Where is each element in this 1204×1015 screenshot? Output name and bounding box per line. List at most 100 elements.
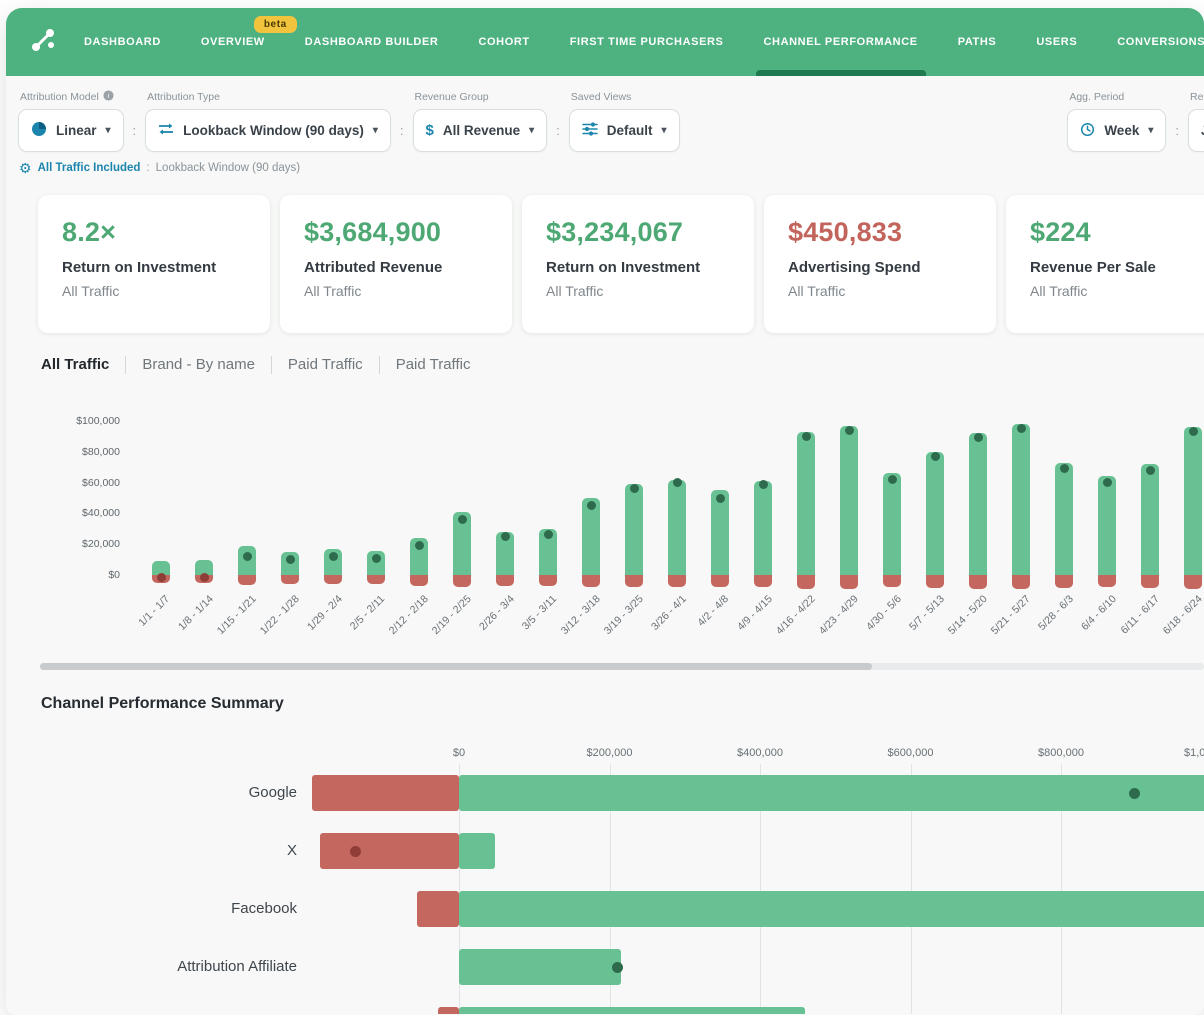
roi-dot xyxy=(1146,466,1155,475)
x-axis-label: 1/15 - 1/21 xyxy=(215,593,259,637)
nav-item-dashboard[interactable]: DASHBOARD xyxy=(84,8,161,76)
filter-label-text: Revenue Group xyxy=(415,91,489,103)
stat-card-revenue-per-sale: $224 Revenue Per Sale All Traffic xyxy=(1006,195,1204,333)
filters-bar: Attribution Model i Linear ▾ : Attributi… xyxy=(6,76,1204,152)
app-logo-icon[interactable] xyxy=(28,25,58,60)
stat-value: $3,684,900 xyxy=(304,217,488,247)
spend-bar xyxy=(539,575,557,586)
spend-bar xyxy=(438,1007,459,1014)
stat-value: $3,234,067 xyxy=(546,217,730,247)
spend-bar xyxy=(625,575,643,587)
select-value: Default xyxy=(607,123,653,138)
info-icon[interactable]: i xyxy=(103,90,114,104)
attribution-model-select[interactable]: Linear ▾ xyxy=(18,109,124,152)
spend-bar xyxy=(281,575,299,584)
nav-item-conversions[interactable]: CONVERSIONS xyxy=(1117,8,1204,76)
saved-views-select[interactable]: Default ▾ xyxy=(569,109,680,152)
saved-views-group: Saved Views Default ▾ xyxy=(569,90,680,152)
tab-paid-traffic[interactable]: Paid Traffic xyxy=(271,356,379,374)
x-axis-label: 2/19 - 2/25 xyxy=(430,593,474,637)
roi-dot xyxy=(612,962,623,973)
x-axis-label: 1/1 - 1/7 xyxy=(137,593,173,629)
spend-bar xyxy=(367,575,385,584)
filter-status-row: ⚙ All Traffic Included : Lookback Window… xyxy=(6,152,1204,175)
tab-brand-by-name[interactable]: Brand - By name xyxy=(125,356,271,374)
chevron-down-icon: ▾ xyxy=(1148,125,1153,136)
roi-dot xyxy=(329,552,338,561)
x-axis-label: 1/22 - 1/28 xyxy=(258,593,302,637)
nav-item-users[interactable]: USERS xyxy=(1036,8,1077,76)
spend-bar xyxy=(324,575,342,584)
filter-label-text: Attribution Model xyxy=(20,91,99,103)
agg-period-select[interactable]: Week ▾ xyxy=(1067,109,1166,152)
chart-scrollbar-track[interactable] xyxy=(40,663,1204,670)
report-period-input[interactable]: Jan xyxy=(1188,109,1204,152)
y-axis-tick: $40,000 xyxy=(36,507,120,519)
x-axis-label: 5/28 - 6/3 xyxy=(1036,593,1076,633)
traffic-status-link[interactable]: All Traffic Included xyxy=(38,162,141,174)
x-axis-label: 2/5 - 2/11 xyxy=(348,593,387,632)
nav-item-dashboard-builder[interactable]: DASHBOARD BUILDER xyxy=(305,8,439,76)
sliders-icon xyxy=(582,122,598,139)
nav-item-overview[interactable]: OVERVIEW beta xyxy=(201,8,265,76)
x-axis-label: 1/8 - 1/14 xyxy=(176,593,216,633)
y-axis-tick: $0 xyxy=(36,569,120,581)
clock-icon xyxy=(1080,122,1095,140)
stat-title: Advertising Spend xyxy=(788,259,972,276)
lookback-arrows-icon xyxy=(158,122,174,139)
y-axis-tick: $100,000 xyxy=(36,415,120,427)
attribution-model-group: Attribution Model i Linear ▾ xyxy=(18,90,124,152)
stat-subtitle: All Traffic xyxy=(62,283,246,299)
tab-all-traffic[interactable]: All Traffic xyxy=(41,356,125,374)
channel-label: Attribution Affiliate xyxy=(6,957,297,977)
beta-badge: beta xyxy=(254,16,297,33)
chevron-down-icon: ▾ xyxy=(529,125,534,136)
tab-paid-traffic-2[interactable]: Paid Traffic xyxy=(379,356,487,374)
nav-item-channel-performance[interactable]: CHANNEL PERFORMANCE xyxy=(764,8,918,76)
x-axis-label: 5/7 - 5/13 xyxy=(907,593,947,633)
chevron-down-icon: ▾ xyxy=(106,125,111,136)
spend-bar xyxy=(668,575,686,587)
spend-bar xyxy=(453,575,471,587)
weekly-bar-chart: $100,000$80,000$60,000$40,000$20,000$01/… xyxy=(6,410,1204,660)
channel-label: X xyxy=(6,841,297,861)
revenue-bar xyxy=(711,490,729,575)
stat-value: $450,833 xyxy=(788,217,972,247)
chevron-down-icon: ▾ xyxy=(373,125,378,136)
roi-dot xyxy=(802,432,811,441)
select-value: Lookback Window (90 days) xyxy=(183,123,364,138)
chevron-down-icon: ▾ xyxy=(662,125,667,136)
gear-icon[interactable]: ⚙ xyxy=(19,161,32,175)
roi-dot xyxy=(350,846,361,857)
x-axis-label: 4/16 - 4/22 xyxy=(774,593,818,637)
roi-dot xyxy=(415,541,424,550)
select-value: Week xyxy=(1104,123,1139,138)
stat-title: Return on Investment xyxy=(62,259,246,276)
nav-item-paths[interactable]: PATHS xyxy=(958,8,997,76)
nav-item-cohort[interactable]: COHORT xyxy=(478,8,529,76)
attribution-model-label: Attribution Model i xyxy=(18,90,124,103)
revenue-bar xyxy=(668,480,686,575)
chart-scrollbar-thumb[interactable] xyxy=(40,663,872,670)
roi-dot xyxy=(157,573,166,582)
stat-card-advertising-spend: $450,833 Advertising Spend All Traffic xyxy=(764,195,996,333)
revenue-group-select[interactable]: $ All Revenue ▾ xyxy=(413,109,548,152)
x-axis-label: 3/19 - 3/25 xyxy=(602,593,646,637)
revenue-bar xyxy=(840,426,858,575)
x-axis-label: 2/12 - 2/18 xyxy=(387,593,431,637)
roi-dot xyxy=(1060,464,1069,473)
nav-item-first-time-purchasers[interactable]: FIRST TIME PURCHASERS xyxy=(570,8,724,76)
x-axis-label: 5/21 - 5/27 xyxy=(989,593,1033,637)
y-axis-tick: $80,000 xyxy=(36,446,120,458)
attribution-type-select[interactable]: Lookback Window (90 days) ▾ xyxy=(145,109,391,152)
stat-value: $224 xyxy=(1030,217,1204,247)
spend-bar xyxy=(238,575,256,585)
x-axis-label: 2/26 - 3/4 xyxy=(477,593,517,633)
roi-dot xyxy=(200,573,209,582)
revenue-bar xyxy=(459,949,621,985)
revenue-bar xyxy=(459,1007,805,1014)
stat-card-return-on-investment: $3,234,067 Return on Investment All Traf… xyxy=(522,195,754,333)
roi-dot xyxy=(544,530,553,539)
x-axis-tick: $200,000 xyxy=(587,747,633,759)
x-axis-label: 4/2 - 4/8 xyxy=(696,593,732,629)
